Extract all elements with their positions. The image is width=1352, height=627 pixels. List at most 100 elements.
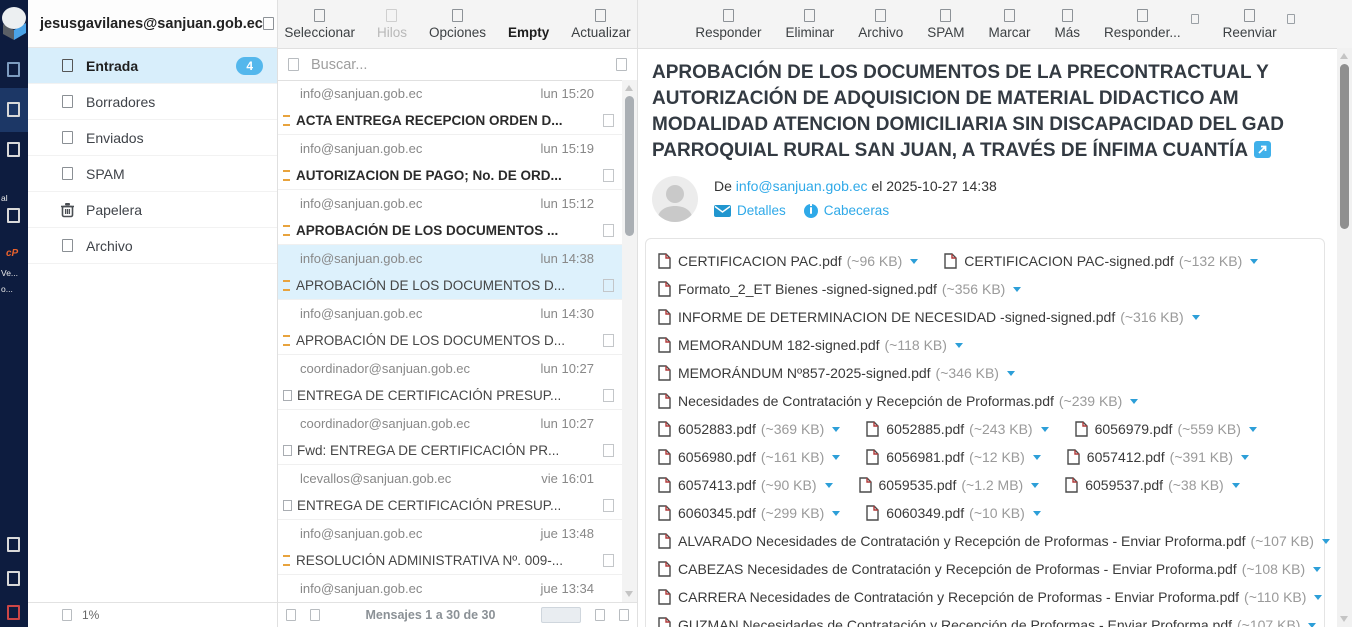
search-options-icon[interactable] xyxy=(616,58,627,71)
attachment-dropdown-icon[interactable] xyxy=(1314,595,1322,600)
message-item[interactable]: info@sanjuan.gob.ecjue 13:34 xyxy=(278,574,622,602)
scrollbar-thumb[interactable] xyxy=(1340,64,1349,229)
attachment-dropdown-icon[interactable] xyxy=(1250,259,1258,264)
message-item[interactable]: coordinador@sanjuan.gob.eclun 10:27 ENTR… xyxy=(278,354,622,409)
message-item[interactable]: info@sanjuan.gob.eclun 15:19 AUTORIZACIO… xyxy=(278,134,622,189)
attachment-chip[interactable]: Formato_2_ET Bienes -signed-signed.pdf(~… xyxy=(658,281,1021,297)
search-input[interactable] xyxy=(309,56,606,74)
folder-item-borradores[interactable]: Borradores xyxy=(28,84,277,120)
attachment-dropdown-icon[interactable] xyxy=(1033,455,1041,460)
attachment-dropdown-icon[interactable] xyxy=(825,483,833,488)
folder-item-papelera[interactable]: Papelera xyxy=(28,192,277,228)
search-checkbox-icon[interactable] xyxy=(288,58,299,71)
message-item[interactable]: info@sanjuan.gob.ecjue 13:48 RESOLUCIÓN … xyxy=(278,519,622,574)
app-logo[interactable] xyxy=(0,4,28,47)
rail-tab-label[interactable]: o... xyxy=(1,284,28,294)
folder-item-enviados[interactable]: Enviados xyxy=(28,120,277,156)
message-checkbox[interactable] xyxy=(603,499,614,512)
account-header[interactable]: jesusgavilanes@sanjuan.gob.ec xyxy=(28,0,277,48)
message-item-selected[interactable]: info@sanjuan.gob.eclun 14:38 APROBACIÓN … xyxy=(278,244,622,299)
attachment-dropdown-icon[interactable] xyxy=(1031,483,1039,488)
attachment-chip[interactable]: ALVARADO Necesidades de Contratación y R… xyxy=(658,533,1330,549)
rail-tab-icon[interactable] xyxy=(7,571,20,586)
attachment-chip[interactable]: 6059535.pdf(~1.2 MB) xyxy=(859,477,1040,493)
folder-item-spam[interactable]: SPAM xyxy=(28,156,277,192)
attachment-dropdown-icon[interactable] xyxy=(832,455,840,460)
attachment-chip[interactable]: CERTIFICACION PAC-signed.pdf(~132 KB) xyxy=(944,253,1258,269)
attachment-dropdown-icon[interactable] xyxy=(1241,455,1249,460)
reader-scrollbar[interactable] xyxy=(1337,48,1352,627)
message-checkbox[interactable] xyxy=(603,334,614,347)
attachment-chip[interactable]: MEMORANDUM 182-signed.pdf(~118 KB) xyxy=(658,337,963,353)
attachment-chip[interactable]: 6057413.pdf(~90 KB) xyxy=(658,477,833,493)
attachment-dropdown-icon[interactable] xyxy=(1313,567,1321,572)
attachment-chip[interactable]: 6056979.pdf(~559 KB) xyxy=(1075,421,1257,437)
cpanel-icon[interactable]: cP xyxy=(6,248,33,259)
details-link[interactable]: Detalles xyxy=(714,203,786,218)
message-checkbox[interactable] xyxy=(603,169,614,182)
attachment-dropdown-icon[interactable] xyxy=(1322,539,1330,544)
page-input[interactable] xyxy=(541,607,581,623)
attachment-dropdown-icon[interactable] xyxy=(955,343,963,348)
message-item[interactable]: coordinador@sanjuan.gob.eclun 10:27 Fwd:… xyxy=(278,409,622,464)
refresh-button[interactable]: Actualizar xyxy=(571,9,630,40)
attachment-chip[interactable]: 6056980.pdf(~161 KB) xyxy=(658,449,840,465)
attachment-dropdown-icon[interactable] xyxy=(1232,483,1240,488)
attachment-chip[interactable]: INFORME DE DETERMINACION DE NECESIDAD -s… xyxy=(658,309,1200,325)
list-scrollbar[interactable] xyxy=(622,80,637,602)
rail-tab-selected[interactable] xyxy=(0,88,28,132)
folder-item-archivo[interactable]: Archivo xyxy=(28,228,277,264)
empty-button[interactable]: Empty xyxy=(508,9,549,40)
rail-close-icon[interactable] xyxy=(7,605,20,620)
attachment-dropdown-icon[interactable] xyxy=(1033,511,1041,516)
attachment-chip[interactable]: CERTIFICACION PAC.pdf(~96 KB) xyxy=(658,253,918,269)
rail-tab-icon[interactable] xyxy=(7,142,20,157)
attachment-dropdown-icon[interactable] xyxy=(832,427,840,432)
message-checkbox[interactable] xyxy=(603,554,614,567)
footer-menu-icon[interactable] xyxy=(310,609,320,621)
select-button[interactable]: Seleccionar xyxy=(284,9,355,40)
archive-button[interactable]: Archivo xyxy=(858,9,903,40)
spam-button[interactable]: SPAM xyxy=(927,9,964,40)
open-in-new-window-icon[interactable] xyxy=(1254,141,1271,158)
sender-email-link[interactable]: info@sanjuan.gob.ec xyxy=(736,178,868,194)
attachment-dropdown-icon[interactable] xyxy=(1041,427,1049,432)
message-checkbox[interactable] xyxy=(603,114,614,127)
options-button[interactable]: Opciones xyxy=(429,9,486,40)
rail-tab-label[interactable]: al xyxy=(1,193,28,203)
message-checkbox[interactable] xyxy=(603,224,614,237)
message-item[interactable]: info@sanjuan.gob.eclun 15:12 APROBACIÓN … xyxy=(278,189,622,244)
attachment-dropdown-icon[interactable] xyxy=(1249,427,1257,432)
folder-item-entrada[interactable]: Entrada 4 xyxy=(28,48,277,84)
forward-dropdown-icon[interactable] xyxy=(1287,14,1295,24)
scroll-down-icon[interactable] xyxy=(625,591,633,597)
scrollbar-thumb[interactable] xyxy=(625,96,634,236)
reply-button[interactable]: Responder xyxy=(695,9,761,40)
mark-button[interactable]: Marcar xyxy=(988,9,1030,40)
message-item[interactable]: lcevallos@sanjuan.gob.ecvie 16:01 ENTREG… xyxy=(278,464,622,519)
rail-tab-icon[interactable] xyxy=(7,537,20,552)
attachment-chip[interactable]: 6060349.pdf(~10 KB) xyxy=(866,505,1041,521)
scroll-up-icon[interactable] xyxy=(1340,53,1348,59)
scroll-up-icon[interactable] xyxy=(625,85,633,91)
attachment-dropdown-icon[interactable] xyxy=(1308,623,1316,627)
message-item[interactable]: info@sanjuan.gob.eclun 15:20 ACTA ENTREG… xyxy=(278,80,622,134)
message-checkbox[interactable] xyxy=(603,279,614,292)
headers-link[interactable]: Cabeceras xyxy=(804,203,889,218)
attachment-chip[interactable]: 6059537.pdf(~38 KB) xyxy=(1065,477,1240,493)
attachment-chip[interactable]: CABEZAS Necesidades de Contratación y Re… xyxy=(658,561,1321,577)
rail-tab-label[interactable]: Ve... xyxy=(1,268,28,278)
attachment-dropdown-icon[interactable] xyxy=(1192,315,1200,320)
more-button[interactable]: Más xyxy=(1055,9,1081,40)
message-item[interactable]: info@sanjuan.gob.eclun 14:30 APROBACIÓN … xyxy=(278,299,622,354)
footer-prev-icon[interactable] xyxy=(595,609,605,621)
scroll-down-icon[interactable] xyxy=(1340,616,1348,622)
attachment-chip[interactable]: 6052885.pdf(~243 KB) xyxy=(866,421,1048,437)
attachment-chip[interactable]: 6056981.pdf(~12 KB) xyxy=(866,449,1041,465)
rail-tab-icon[interactable] xyxy=(7,208,20,223)
forward-button[interactable]: Reenviar xyxy=(1223,9,1277,40)
reply-all-dropdown-icon[interactable] xyxy=(1191,14,1199,24)
attachment-chip[interactable]: GUZMAN Necesidades de Contratación y Rec… xyxy=(658,617,1316,627)
attachment-dropdown-icon[interactable] xyxy=(1013,287,1021,292)
attachment-dropdown-icon[interactable] xyxy=(910,259,918,264)
